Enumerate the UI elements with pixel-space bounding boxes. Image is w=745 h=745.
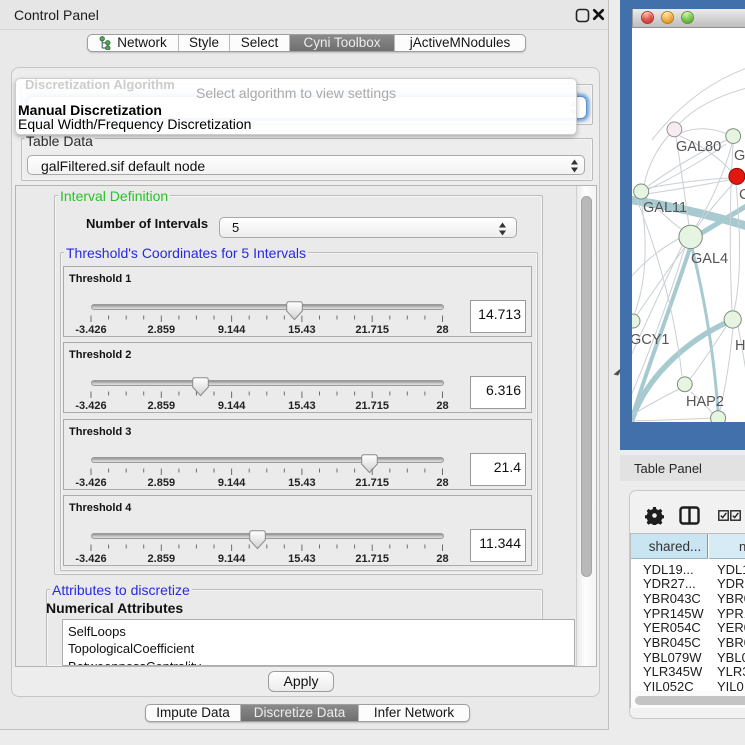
svg-text:HAP2: HAP2 <box>686 394 724 410</box>
svg-text:GCY1: GCY1 <box>632 332 670 348</box>
svg-text:HAP: HAP <box>735 338 745 354</box>
svg-text:GAL7: GAL7 <box>734 148 745 164</box>
svg-text:CRP1: CRP1 <box>739 187 745 203</box>
svg-text:GAL4: GAL4 <box>691 251 728 267</box>
svg-text:GAL11: GAL11 <box>643 200 687 216</box>
svg-text:GAL80: GAL80 <box>676 139 721 155</box>
